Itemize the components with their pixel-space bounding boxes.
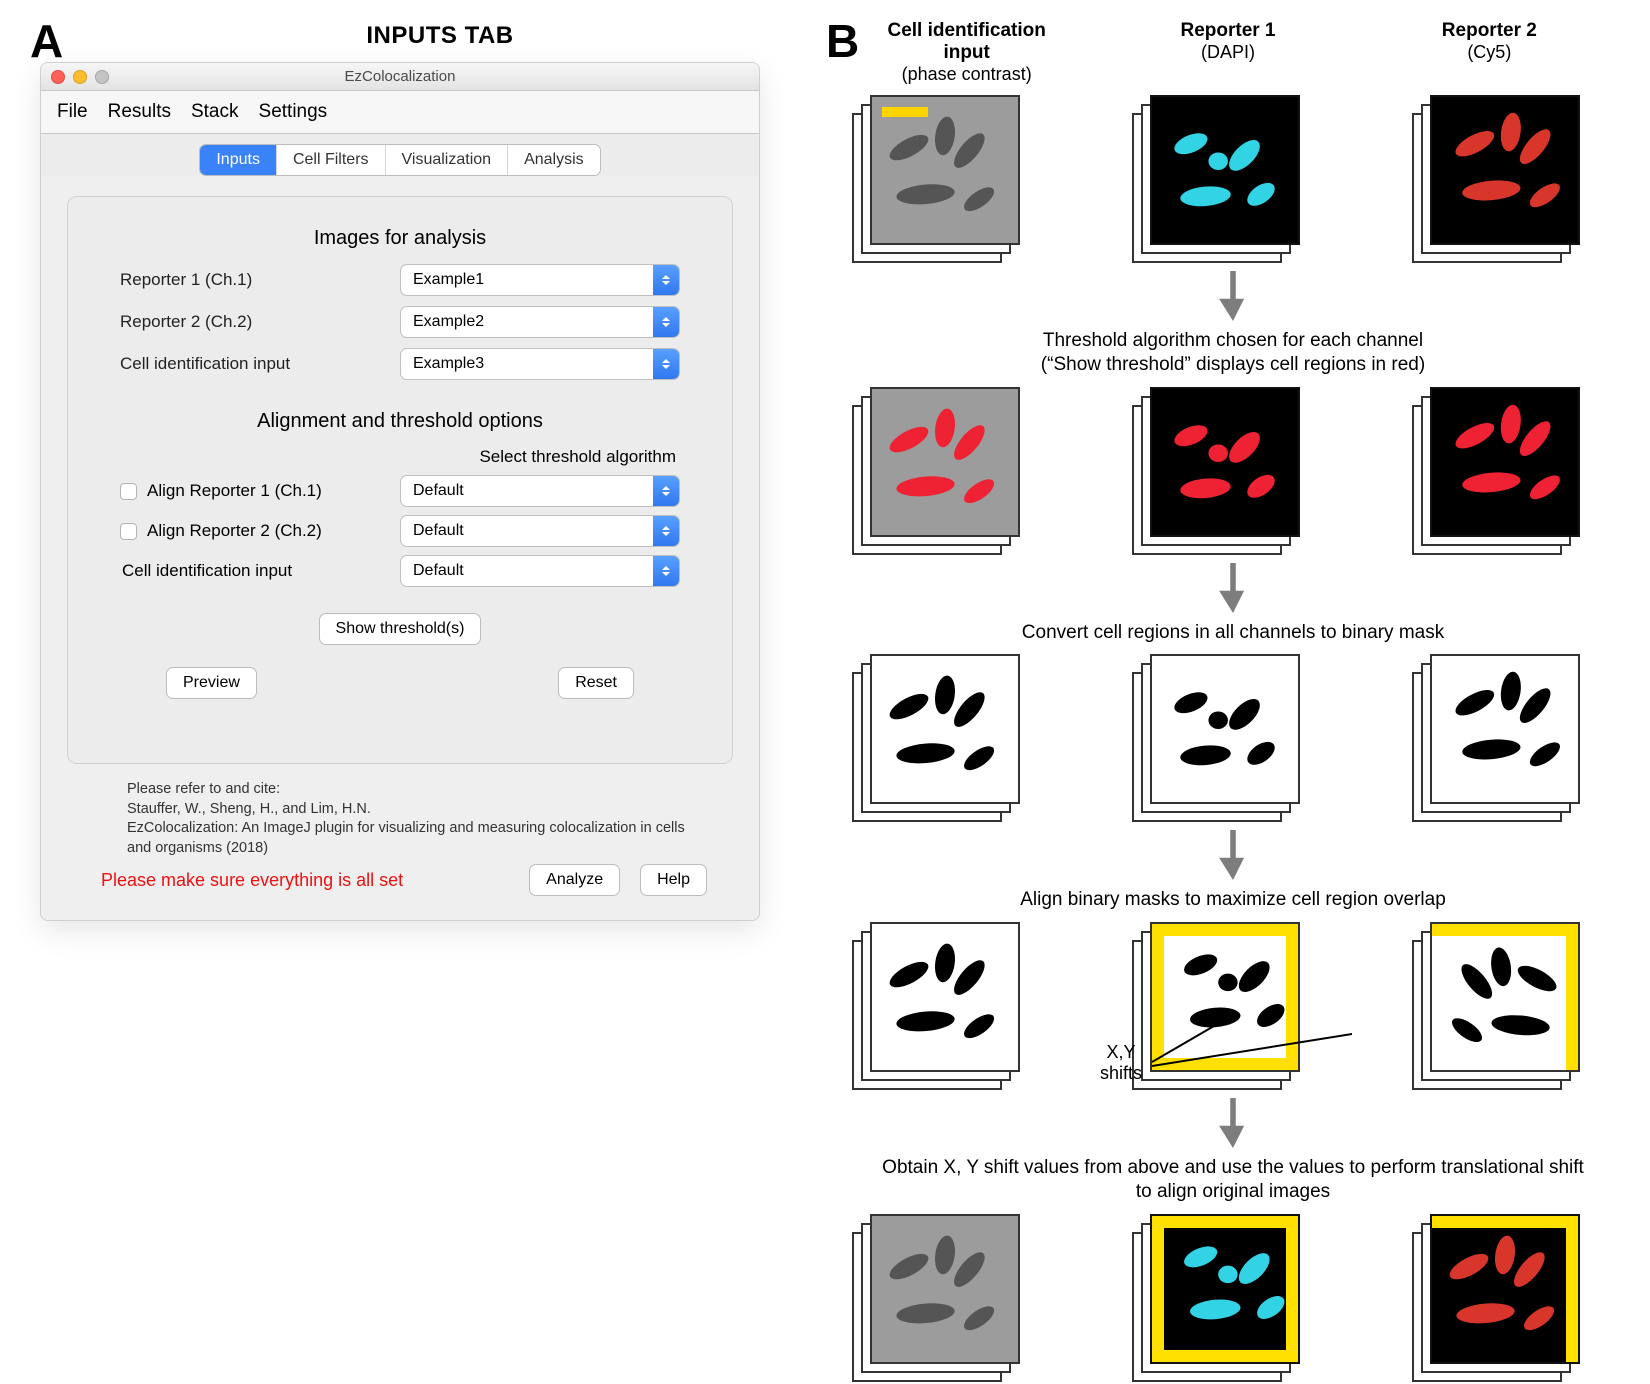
reporter2-value: Example2	[401, 313, 484, 331]
status-warning: Please make sure everything is all set	[93, 870, 509, 891]
align-r1-checkbox[interactable]	[120, 483, 137, 500]
preview-button[interactable]: Preview	[166, 667, 257, 699]
align-r2-checkbox[interactable]	[120, 523, 137, 540]
step2-caption: Convert cell regions in all channels to …	[876, 621, 1590, 645]
reporter1-label: Reporter 1 (Ch.1)	[120, 270, 252, 290]
citation-block: Please refer to and cite: Stauffer, W., …	[67, 764, 733, 864]
cy5-thresh-stack	[1430, 387, 1580, 537]
col-reporter1: Reporter 1 (DAPI)	[1127, 20, 1328, 85]
show-threshold-button[interactable]: Show threshold(s)	[319, 613, 482, 645]
dapi-mask-stack	[1150, 654, 1300, 804]
menu-settings[interactable]: Settings	[259, 101, 328, 123]
help-button[interactable]: Help	[640, 864, 707, 896]
inputs-tab-heading: INPUTS TAB	[90, 22, 790, 50]
scale-bar	[882, 107, 928, 117]
xy-shift-lines	[1152, 1022, 1352, 1092]
menubar: File Results Stack Settings	[41, 91, 759, 134]
images-section-title: Images for analysis	[120, 227, 680, 250]
phase-final-stack	[870, 1214, 1020, 1364]
align-r1-value: Default	[401, 482, 464, 500]
arrow-down-icon	[866, 271, 1600, 321]
align-r2-value: Default	[401, 522, 464, 540]
menu-stack[interactable]: Stack	[191, 101, 239, 123]
align-section-title: Alignment and threshold options	[120, 410, 680, 433]
step4-caption: Obtain X, Y shift values from above and …	[876, 1156, 1590, 1204]
updown-icon	[653, 307, 679, 337]
align-cellid-value: Default	[401, 562, 464, 580]
citation-title: EzColocalization: An ImageJ plugin for v…	[127, 819, 693, 858]
arrow-down-icon	[866, 563, 1600, 613]
cellid-select[interactable]: Example3	[400, 348, 680, 380]
cellid-value: Example3	[401, 355, 484, 373]
align-r1-select[interactable]: Default	[400, 475, 680, 507]
arrow-down-icon	[866, 830, 1600, 880]
align-r2-select[interactable]: Default	[400, 515, 680, 547]
align-cellid-label: Cell identification input	[122, 561, 292, 581]
updown-icon	[653, 556, 679, 586]
col-cellid: Cell identification input (phase contras…	[866, 20, 1067, 85]
reporter1-select[interactable]: Example1	[400, 264, 680, 296]
step3-caption: Align binary masks to maximize cell regi…	[876, 888, 1590, 912]
phase-mask-aligned	[870, 922, 1020, 1072]
menu-results[interactable]: Results	[108, 101, 171, 123]
col-reporter2: Reporter 2 (Cy5)	[1389, 20, 1590, 85]
updown-icon	[653, 516, 679, 546]
cy5-stack	[1430, 95, 1580, 245]
reporter2-select[interactable]: Example2	[400, 306, 680, 338]
align-r1-label: Align Reporter 1 (Ch.1)	[147, 481, 322, 501]
window-titlebar: EzColocalization	[41, 63, 759, 91]
xy-shift-label: X,Y shifts	[1100, 1042, 1142, 1084]
reporter2-label: Reporter 2 (Ch.2)	[120, 312, 252, 332]
tab-cell-filters[interactable]: Cell Filters	[277, 145, 386, 175]
threshold-alg-label: Select threshold algorithm	[120, 447, 676, 467]
tab-inputs[interactable]: Inputs	[200, 145, 277, 175]
inputs-card: Images for analysis Reporter 1 (Ch.1) Ex…	[67, 196, 733, 764]
tab-analysis[interactable]: Analysis	[508, 145, 600, 175]
tab-visualization[interactable]: Visualization	[386, 145, 509, 175]
updown-icon	[653, 476, 679, 506]
tabbar: Inputs Cell Filters Visualization Analys…	[199, 144, 600, 176]
dapi-stack	[1150, 95, 1300, 245]
dapi-final-stack	[1150, 1214, 1300, 1364]
align-cellid-select[interactable]: Default	[400, 555, 680, 587]
panel-a-label: A	[30, 14, 63, 68]
align-r2-label: Align Reporter 2 (Ch.2)	[147, 521, 322, 541]
updown-icon	[653, 265, 679, 295]
step1-caption: Threshold algorithm chosen for each chan…	[876, 329, 1590, 377]
phase-stack	[870, 95, 1020, 245]
phase-thresh-stack	[870, 387, 1020, 537]
cy5-mask-stack	[1430, 654, 1580, 804]
reporter1-value: Example1	[401, 271, 484, 289]
updown-icon	[653, 349, 679, 379]
panel-b-label: B	[826, 14, 859, 68]
analyze-button[interactable]: Analyze	[529, 864, 620, 896]
window-title: EzColocalization	[41, 68, 759, 85]
arrow-down-icon	[866, 1098, 1600, 1148]
dapi-thresh-stack	[1150, 387, 1300, 537]
cellid-label: Cell identification input	[120, 354, 290, 374]
menu-file[interactable]: File	[57, 101, 88, 123]
app-window: EzColocalization File Results Stack Sett…	[40, 62, 760, 921]
cy5-final-stack	[1430, 1214, 1580, 1364]
citation-lead: Please refer to and cite:	[127, 780, 693, 800]
phase-mask-stack	[870, 654, 1020, 804]
cy5-mask-aligned	[1430, 922, 1580, 1072]
citation-authors: Stauffer, W., Sheng, H., and Lim, H.N.	[127, 800, 693, 820]
reset-button[interactable]: Reset	[558, 667, 634, 699]
